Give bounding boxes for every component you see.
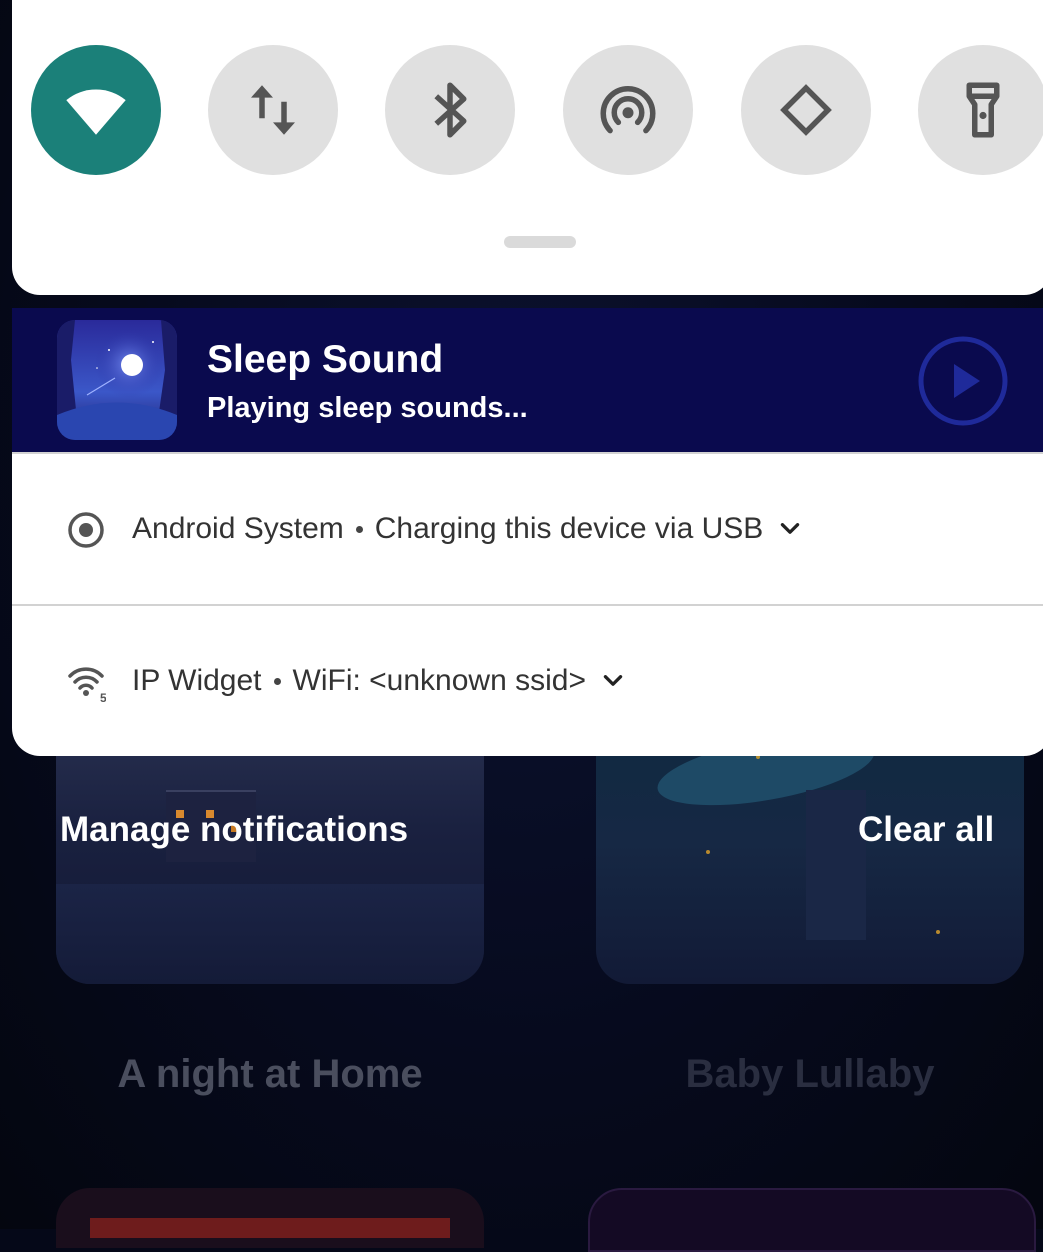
media-notification[interactable]: Sleep Sound Playing sleep sounds... — [12, 308, 1043, 452]
chevron-down-icon[interactable] — [777, 516, 803, 542]
sleep-sound-app-icon — [57, 320, 177, 440]
mobile-data-icon — [251, 85, 295, 135]
notification-ip-widget[interactable]: 5 IP Widget WiFi: <unknown ssid> — [12, 606, 1043, 756]
hotspot-tile[interactable] — [563, 45, 693, 175]
notification-text: Android System Charging this device via … — [132, 512, 803, 546]
tower-illustration — [806, 790, 866, 940]
wifi-icon — [66, 89, 126, 135]
wifi-tile[interactable] — [31, 45, 161, 175]
bluetooth-tile[interactable] — [385, 45, 515, 175]
notification-text: WiFi: <unknown ssid> — [292, 664, 586, 697]
shade-drag-handle[interactable] — [504, 236, 576, 248]
notification-app-name: Android System — [132, 512, 344, 545]
notification-text: IP Widget WiFi: <unknown ssid> — [132, 664, 626, 698]
separator-dot — [355, 525, 363, 533]
media-title: Sleep Sound — [207, 338, 444, 381]
auto-rotate-icon — [780, 84, 832, 136]
chevron-down-icon[interactable] — [600, 668, 626, 694]
clear-all-button[interactable]: Clear all — [858, 810, 994, 850]
android-system-icon — [68, 512, 104, 548]
background-card-partial — [56, 1188, 484, 1248]
snow-illustration — [56, 884, 484, 984]
media-subtitle: Playing sleep sounds... — [207, 392, 528, 424]
quick-settings-panel — [12, 0, 1043, 295]
wifi-badge: 5 — [100, 691, 106, 702]
notification-app-name: IP Widget — [132, 664, 262, 697]
manage-notifications-button[interactable]: Manage notifications — [60, 810, 408, 850]
bluetooth-icon — [434, 82, 467, 138]
wifi-signal-icon: 5 — [68, 667, 106, 702]
notification-group: Android System Charging this device via … — [12, 452, 1043, 756]
mobile-data-tile[interactable] — [208, 45, 338, 175]
auto-rotate-tile[interactable] — [741, 45, 871, 175]
background-card-partial — [588, 1188, 1036, 1252]
play-button[interactable] — [918, 336, 1008, 426]
play-icon — [918, 336, 1008, 426]
flashlight-tile[interactable] — [918, 45, 1043, 175]
separator-dot — [273, 677, 281, 685]
background-card-title: A night at Home — [117, 1052, 423, 1096]
notification-text: Charging this device via USB — [374, 512, 764, 545]
notification-android-system[interactable]: Android System Charging this device via … — [12, 454, 1043, 604]
hotspot-icon — [600, 86, 656, 134]
background-card-title: Baby Lullaby — [685, 1052, 935, 1096]
flashlight-icon — [966, 82, 1000, 138]
